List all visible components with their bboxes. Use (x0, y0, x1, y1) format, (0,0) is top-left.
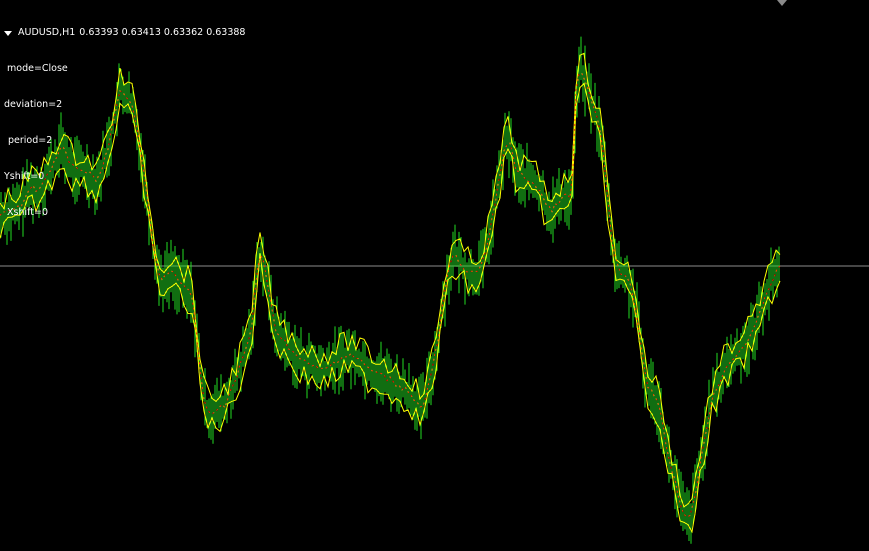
param-period: period=2 (8, 135, 53, 146)
param-deviation: deviation=2 (4, 99, 63, 110)
symbol-timeframe: AUDUSD,H1 (18, 27, 76, 38)
chart-info-overlay: AUDUSD,H1 0.63393 0.63413 0.63362 0.6338… (4, 3, 245, 243)
param-mode: mode=Close (7, 63, 68, 74)
chart-title-row: AUDUSD,H1 0.63393 0.63413 0.63362 0.6338… (4, 27, 245, 39)
chart-shift-marker-icon[interactable] (777, 0, 787, 6)
ohlc-values: 0.63393 0.63413 0.63362 0.63388 (79, 27, 246, 38)
param-xshift: Xshift=0 (7, 207, 49, 218)
chart-window[interactable]: AUDUSD,H1 0.63393 0.63413 0.63362 0.6338… (0, 0, 869, 551)
param-yshift: Yshift=0 (4, 171, 45, 182)
triangle-down-icon[interactable] (4, 30, 12, 36)
